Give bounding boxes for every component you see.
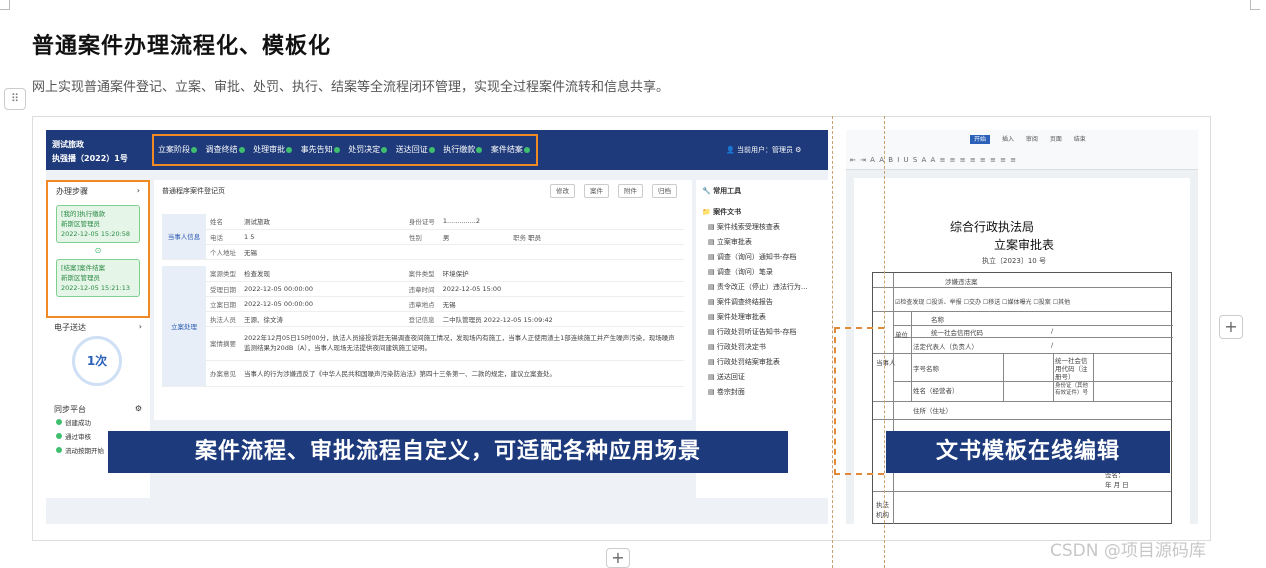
- step-item[interactable]: 执行缴款: [443, 145, 486, 154]
- corner-mark: [1250, 0, 1260, 10]
- step-card[interactable]: [我的]执行缴款 新斯区管理员 2022-12-05 15:20:58: [56, 205, 140, 243]
- page-subtitle: 网上实现普通案件登记、立案、审批、处罚、执行、结案等全流程闭环管理，实现全过程案…: [32, 80, 670, 95]
- tab-review[interactable]: 审阅: [1026, 136, 1038, 143]
- connector-icon: ⊙: [94, 246, 102, 255]
- case-stage-steps: 立案阶段 调查终结 处理审批 事先告知 处罚决定 送达回证 执行缴款 案件结案: [152, 134, 538, 166]
- step-item[interactable]: 立案阶段: [158, 145, 201, 154]
- case-form-panel: 普通程序案件登记页 修改 案件 附件 归档 当事人信息 姓名 测试旅政 身份证号 1…: [154, 180, 692, 420]
- check-icon: [238, 146, 245, 153]
- step-item[interactable]: 处罚决定: [348, 145, 391, 154]
- approval-table: 涉嫌违法案 ☑检查发现 ☐投诉、举报 ☐交办 ☐移送 ☐媒体曝光 ☐投案 ☐其他…: [872, 272, 1173, 524]
- doc-item[interactable]: ▤ 行政处罚结案审批表: [696, 355, 828, 370]
- doc-item[interactable]: ▤ 卷宗封面: [696, 385, 828, 400]
- doc-item[interactable]: ▤ 案件处理审批表: [696, 310, 828, 325]
- add-block-button[interactable]: +: [1219, 315, 1243, 339]
- doc-item[interactable]: ▤ 调查（询问）笔录: [696, 265, 828, 280]
- source-cell[interactable]: ☑检查发现 ☐投诉、举报 ☐交办 ☐移送 ☐媒体曝光 ☐投案 ☐其他: [895, 297, 1070, 306]
- delivery-count: 1次: [72, 336, 122, 386]
- doc-item[interactable]: ▤ 立案审批表: [696, 235, 828, 250]
- workflow-banner: 案件流程、审批流程自定义，可适配各种应用场景: [108, 431, 788, 473]
- page-title: 普通案件办理流程化、模板化: [32, 34, 332, 59]
- id-cell: 身份证（其他有效证件）号: [1055, 383, 1089, 396]
- archive-button[interactable]: 归档: [652, 184, 677, 198]
- sync-item: 流动按期开始: [46, 444, 104, 458]
- org-line2: 执强播（2022）1号: [52, 154, 128, 163]
- credit2-cell: 统一社会信用代码（注册号）: [1055, 357, 1088, 381]
- legal-cell: 法定代表人（负责人）: [913, 343, 978, 351]
- tools-section-header[interactable]: 🔧 常用工具: [696, 184, 828, 199]
- slash-cell: /: [1051, 341, 1054, 349]
- check-icon: [286, 146, 293, 153]
- org-line1: 测试旅政: [52, 140, 84, 149]
- editor-tabs: 开始 插入 审阅 页面 结束: [970, 134, 1096, 144]
- edit-button[interactable]: 修改: [550, 184, 575, 198]
- check-icon: [191, 146, 197, 153]
- doc-item[interactable]: ▤ 调查（询问）通知书-存档: [696, 250, 828, 265]
- tab-page[interactable]: 页面: [1050, 136, 1062, 143]
- selection-outline: [834, 327, 884, 475]
- doc-item[interactable]: ▤ 责令改正（停止）违法行为...: [696, 280, 828, 295]
- top-bar: 测试旅政 执强播（2022）1号 立案阶段 调查终结 处理审批 事先告知 处罚决…: [46, 130, 828, 170]
- name-cell: 名称: [931, 316, 944, 324]
- date-cell: 年 月 日: [1105, 481, 1129, 489]
- doc-item[interactable]: ▤ 行政处罚决定书: [696, 340, 828, 355]
- doc-number: 执立〔2023〕10 号: [982, 257, 1046, 265]
- editor-toolbar: 开始 插入 审阅 页面 结束 ⇤ ⇥ A A B I U S A A ≡ ≡ ≡…: [846, 130, 1198, 170]
- tab-end[interactable]: 结束: [1074, 136, 1086, 143]
- org-name: 测试旅政 执强播（2022）1号: [52, 138, 128, 166]
- check-icon: [523, 146, 530, 153]
- doc-item[interactable]: ▤ 案件线索受理核查表: [696, 220, 828, 235]
- case-name-cell: 涉嫌违法案: [945, 278, 978, 286]
- form-title: 普通程序案件登记页: [162, 187, 225, 195]
- slash-cell: /: [1051, 327, 1054, 335]
- step-item[interactable]: 调查终结: [206, 145, 249, 154]
- docs-section-header[interactable]: 📁 案件文书: [696, 205, 828, 220]
- add-block-button[interactable]: +: [606, 548, 630, 568]
- credit-cell: 统一社会信用代码: [931, 329, 983, 337]
- watermark: CSDN @项目源码库: [1050, 541, 1206, 561]
- check-icon: [381, 146, 388, 153]
- party-info-table: 当事人信息 姓名 测试旅政 身份证号 1..............2 电话 1 5 …: [162, 214, 684, 260]
- person-cell: 字号名称: [913, 365, 939, 373]
- doc-item[interactable]: ▤ 案件调查终结报告: [696, 295, 828, 310]
- check-icon: [333, 146, 340, 153]
- doc-org: 综合行政执法局: [950, 220, 1035, 234]
- check-icon: [476, 146, 483, 153]
- tab-start[interactable]: 开始: [970, 135, 991, 144]
- current-user[interactable]: 👤 当前用户：管理员 ⚙: [726, 145, 801, 155]
- doc-item[interactable]: ▤ 行政处罚听证告知书-存档: [696, 325, 828, 340]
- sync-item: 通过审核: [46, 430, 104, 444]
- process-section-header[interactable]: 办理步骤 ›: [48, 182, 148, 201]
- step-card[interactable]: [结案]案件结案 新斯区管理员 2022-12-05 15:21:13: [56, 259, 140, 297]
- sync-item: 创建成功: [46, 416, 104, 430]
- case-button[interactable]: 案件: [584, 184, 609, 198]
- drag-handle-icon[interactable]: ⠿: [4, 88, 26, 110]
- divider: [884, 116, 885, 568]
- owner-cell: 姓名（经营者）: [913, 387, 959, 395]
- check-icon: [56, 433, 62, 439]
- step-item[interactable]: 事先告知: [301, 145, 344, 154]
- process-steps-box: 办理步骤 › [我的]执行缴款 新斯区管理员 2022-12-05 15:20:58 …: [46, 180, 150, 318]
- doc-title: 立案审批表: [994, 238, 1055, 252]
- attachment-button[interactable]: 附件: [618, 184, 643, 198]
- template-banner: 文书模板在线编辑: [886, 431, 1170, 473]
- delivery-section-header[interactable]: 电子送达 ›: [46, 318, 150, 337]
- check-icon: [56, 419, 62, 425]
- tab-insert[interactable]: 插入: [1002, 136, 1014, 143]
- corner-mark: [0, 0, 10, 10]
- step-item[interactable]: 案件结案: [491, 145, 534, 154]
- step-item[interactable]: 送达回证: [396, 145, 439, 154]
- unit-cell: 单位: [895, 331, 908, 339]
- check-icon: [428, 146, 435, 153]
- case-handling-table: 立案处理 案源类型 检查发现 案件类型 环境保护 受理日期 2022-12-05 00:…: [162, 266, 684, 387]
- address-cell: 住所（住址）: [913, 407, 952, 415]
- step-item[interactable]: 处理审批: [253, 145, 296, 154]
- divider: [832, 116, 833, 568]
- doc-item[interactable]: ▤ 送达回证: [696, 370, 828, 385]
- format-toolbar[interactable]: ⇤ ⇥ A A B I U S A A ≡ ≡ ≡ ≡ ≡ ≡ ≡ ≡: [850, 156, 1017, 164]
- sync-list: 创建成功 通过审核 流动按期开始: [46, 416, 104, 458]
- check-icon: [56, 447, 62, 453]
